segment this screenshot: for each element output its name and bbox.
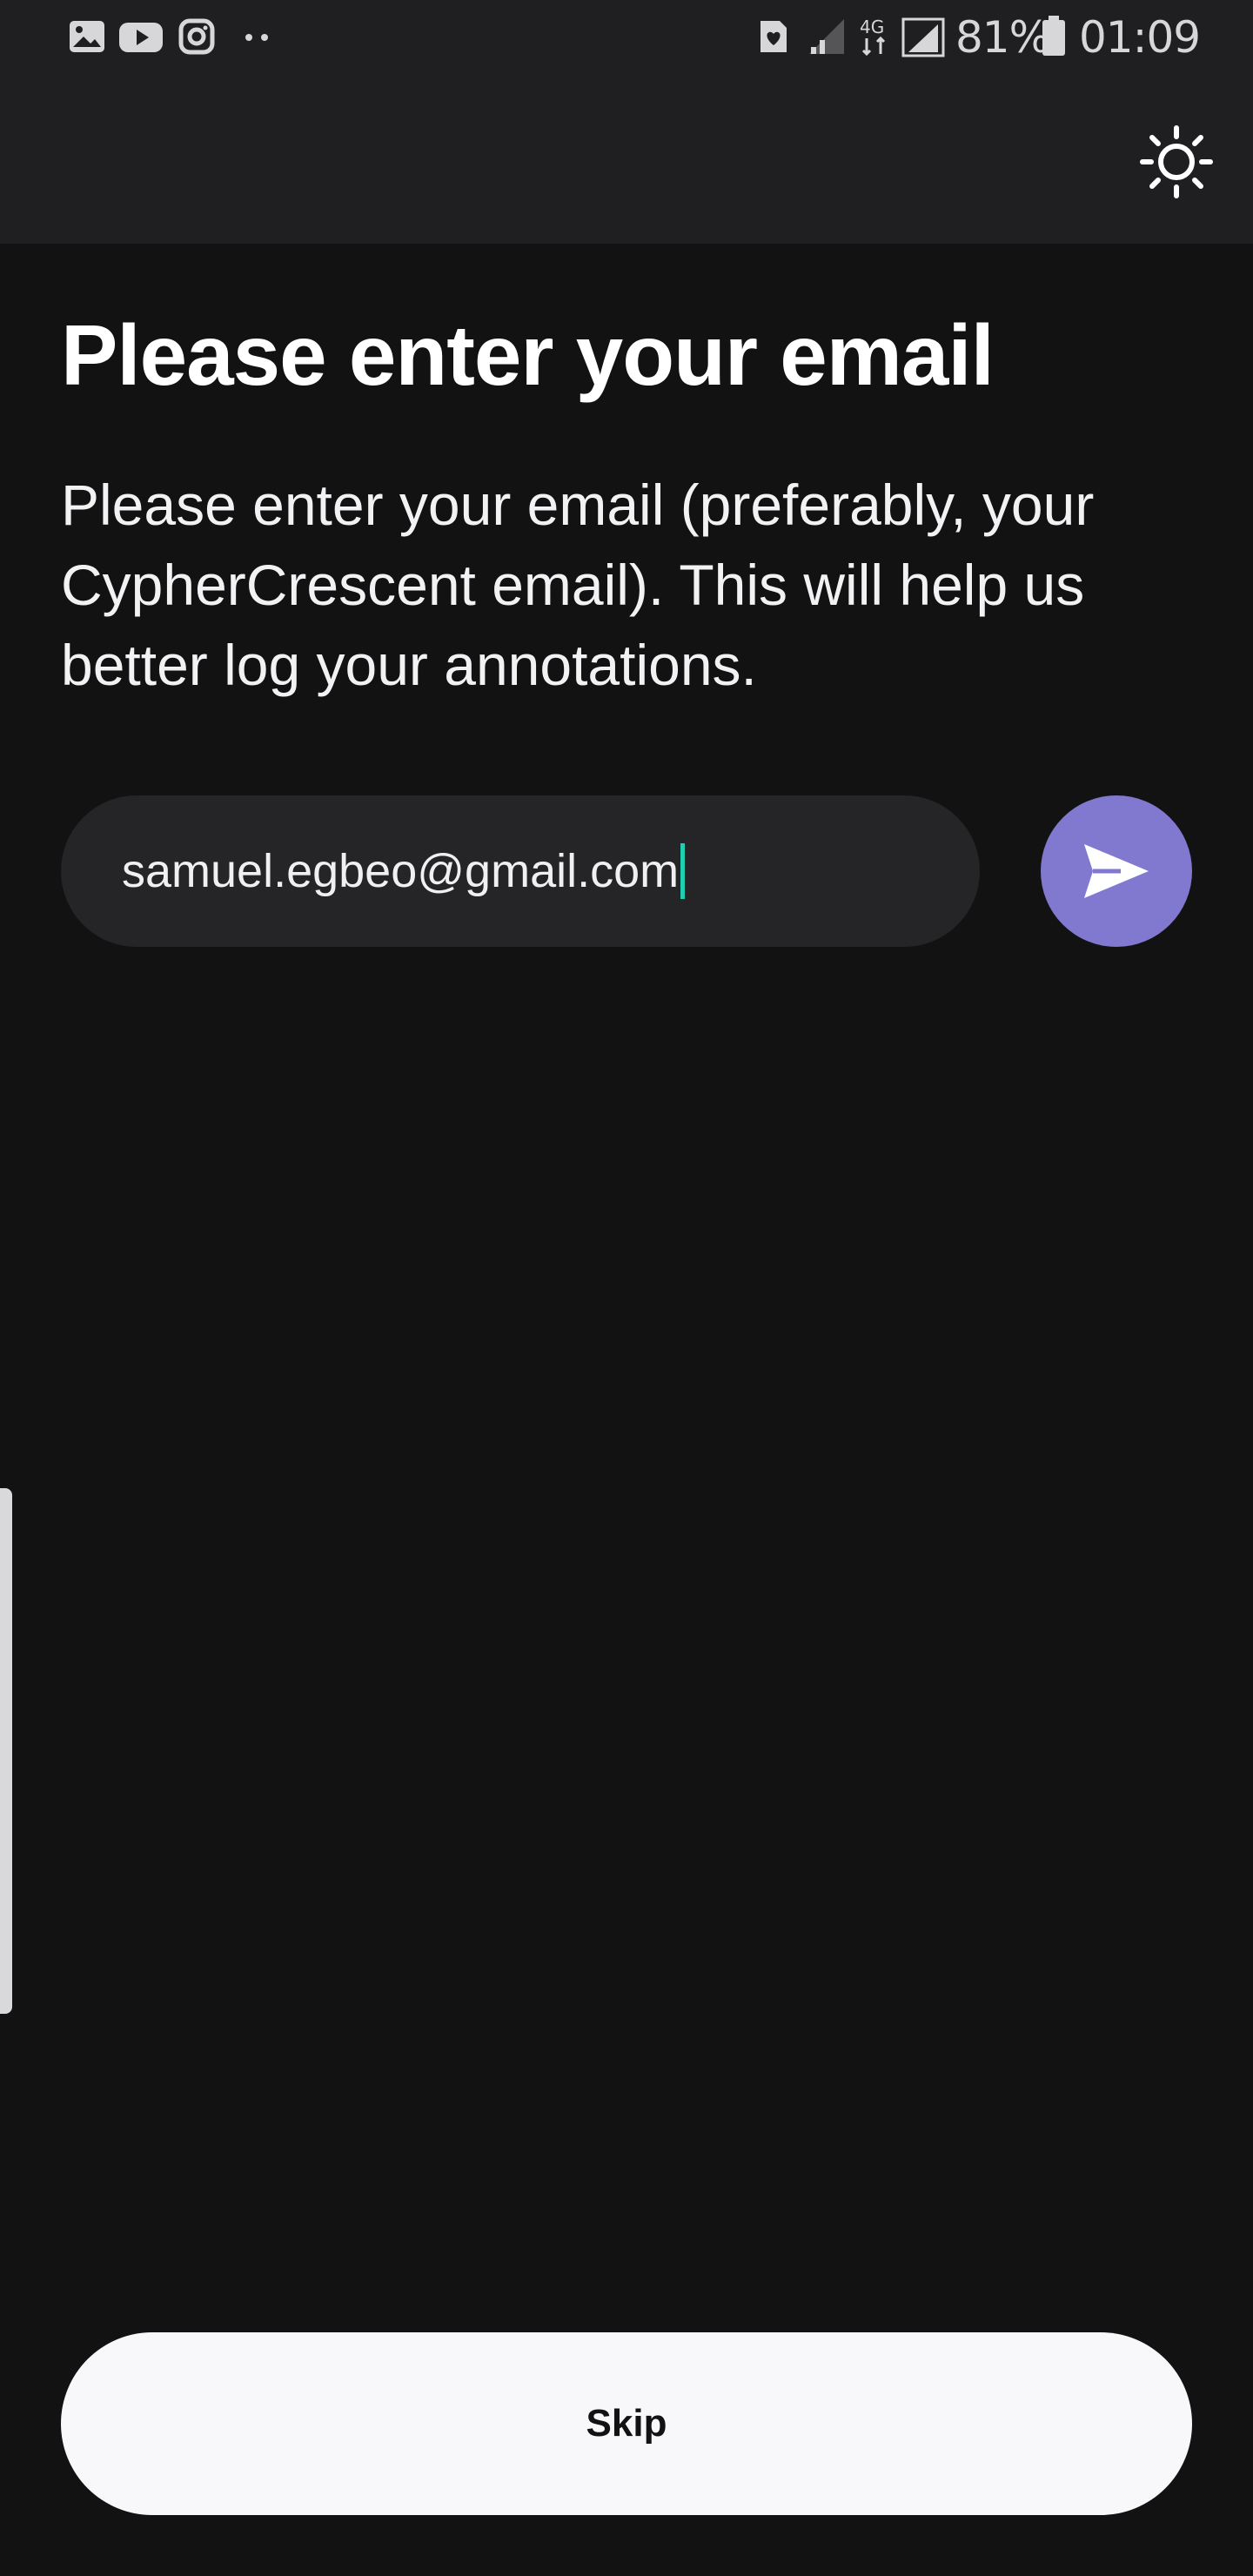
youtube-icon xyxy=(118,17,164,60)
send-button[interactable] xyxy=(1041,795,1192,947)
network-4g-label: 4G xyxy=(860,17,884,37)
saved-heart-icon xyxy=(754,17,792,60)
signal-icon xyxy=(901,17,945,62)
email-input-value: samuel.egbeo@gmail.com xyxy=(122,845,680,897)
skip-button-label: Skip xyxy=(586,2402,667,2445)
email-entry-screen: 4G 81% 01:09 Please enter your email Ple… xyxy=(0,0,1253,2576)
edge-panel-handle[interactable] xyxy=(0,1488,12,2014)
text-caret xyxy=(680,843,686,899)
more-dots-icon xyxy=(244,31,275,47)
app-bar xyxy=(0,73,1253,244)
instagram-icon xyxy=(178,17,216,60)
battery-percent: 81% xyxy=(955,12,1050,63)
clock: 01:09 xyxy=(1079,12,1201,63)
network-4g-icon: 4G xyxy=(858,16,893,62)
battery-icon xyxy=(1041,16,1067,62)
email-input[interactable]: samuel.egbeo@gmail.com xyxy=(61,795,980,947)
send-icon xyxy=(1084,844,1149,898)
description-text: Please enter your email (preferably, you… xyxy=(61,473,1095,697)
theme-toggle-button[interactable] xyxy=(1135,120,1218,204)
status-bar: 4G 81% 01:09 xyxy=(0,0,1253,73)
gallery-icon xyxy=(68,17,106,60)
page-title: Please enter your email xyxy=(61,307,995,403)
sun-icon xyxy=(1140,125,1213,198)
skip-button[interactable]: Skip xyxy=(61,2332,1192,2515)
signal-weak-icon xyxy=(806,17,848,60)
